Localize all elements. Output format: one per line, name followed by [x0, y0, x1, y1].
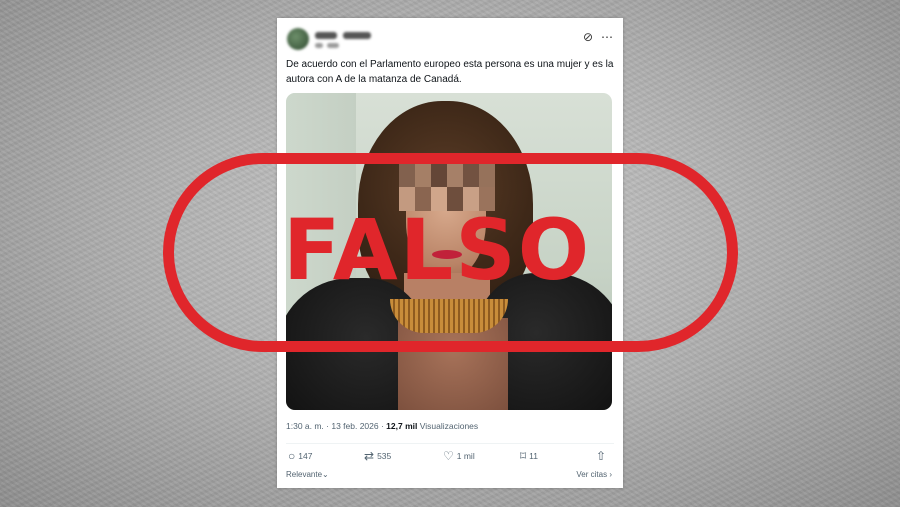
- views-count: 12,7 mil: [386, 421, 418, 431]
- tweet-text-line-1: De acuerdo con el Parlamento europeo est…: [286, 59, 614, 70]
- heart-icon: ♡: [443, 449, 454, 463]
- bookmark-button[interactable]: ⌑ 11: [520, 449, 538, 463]
- repost-count: 535: [377, 451, 392, 461]
- divider: [286, 443, 614, 444]
- tweet-footer: Relevante⌄ Ver citas ›: [286, 470, 614, 482]
- views-label: Visualizaciones: [417, 421, 479, 431]
- tweet-text: De acuerdo con el Parlamento europeo est…: [286, 58, 616, 87]
- blurred-handle: [315, 43, 323, 48]
- quotes-link[interactable]: Ver citas ›: [576, 470, 612, 479]
- quotes-label: Ver citas: [576, 470, 608, 479]
- chevron-right-icon: ›: [609, 470, 612, 479]
- tweet-time[interactable]: 1:30 a. m. · 13 feb. 2026 ·: [286, 421, 386, 431]
- falso-stamp-label: FALSO: [283, 201, 592, 299]
- tweet-text-line-2: autora con A de la matanza de Canadá.: [286, 73, 462, 85]
- share-button[interactable]: ⇧: [596, 449, 606, 463]
- bookmark-count: 11: [529, 451, 538, 461]
- repost-icon: ⇄: [364, 449, 375, 463]
- share-icon: ⇧: [596, 449, 607, 463]
- tweet-meta: 1:30 a. m. · 13 feb. 2026 · 12,7 mil Vis…: [286, 421, 478, 431]
- like-button[interactable]: ♡ 1 mil: [443, 449, 475, 463]
- bookmark-icon: ⌑: [520, 449, 527, 463]
- repost-button[interactable]: ⇄ 535: [364, 449, 391, 463]
- sort-dropdown[interactable]: Relevante⌄: [286, 470, 329, 479]
- action-bar: ○ 147 ⇄ 535 ♡ 1 mil ⌑ 11 ⇧: [286, 449, 614, 467]
- grok-icon[interactable]: ⊘: [583, 30, 593, 44]
- reply-icon: ○: [288, 449, 296, 463]
- avatar[interactable]: [287, 28, 309, 50]
- blurred-handle-part: [327, 43, 339, 48]
- tweet-header: ⊘ ⋯: [287, 26, 613, 54]
- blurred-name-part: [343, 32, 371, 39]
- blurred-name[interactable]: [315, 32, 337, 39]
- more-icon[interactable]: ⋯: [601, 30, 613, 44]
- reply-button[interactable]: ○ 147: [288, 449, 312, 463]
- sort-label: Relevante: [286, 470, 323, 479]
- like-count: 1 mil: [456, 451, 475, 461]
- reply-count: 147: [298, 451, 313, 461]
- chevron-down-icon: ⌄: [322, 470, 329, 479]
